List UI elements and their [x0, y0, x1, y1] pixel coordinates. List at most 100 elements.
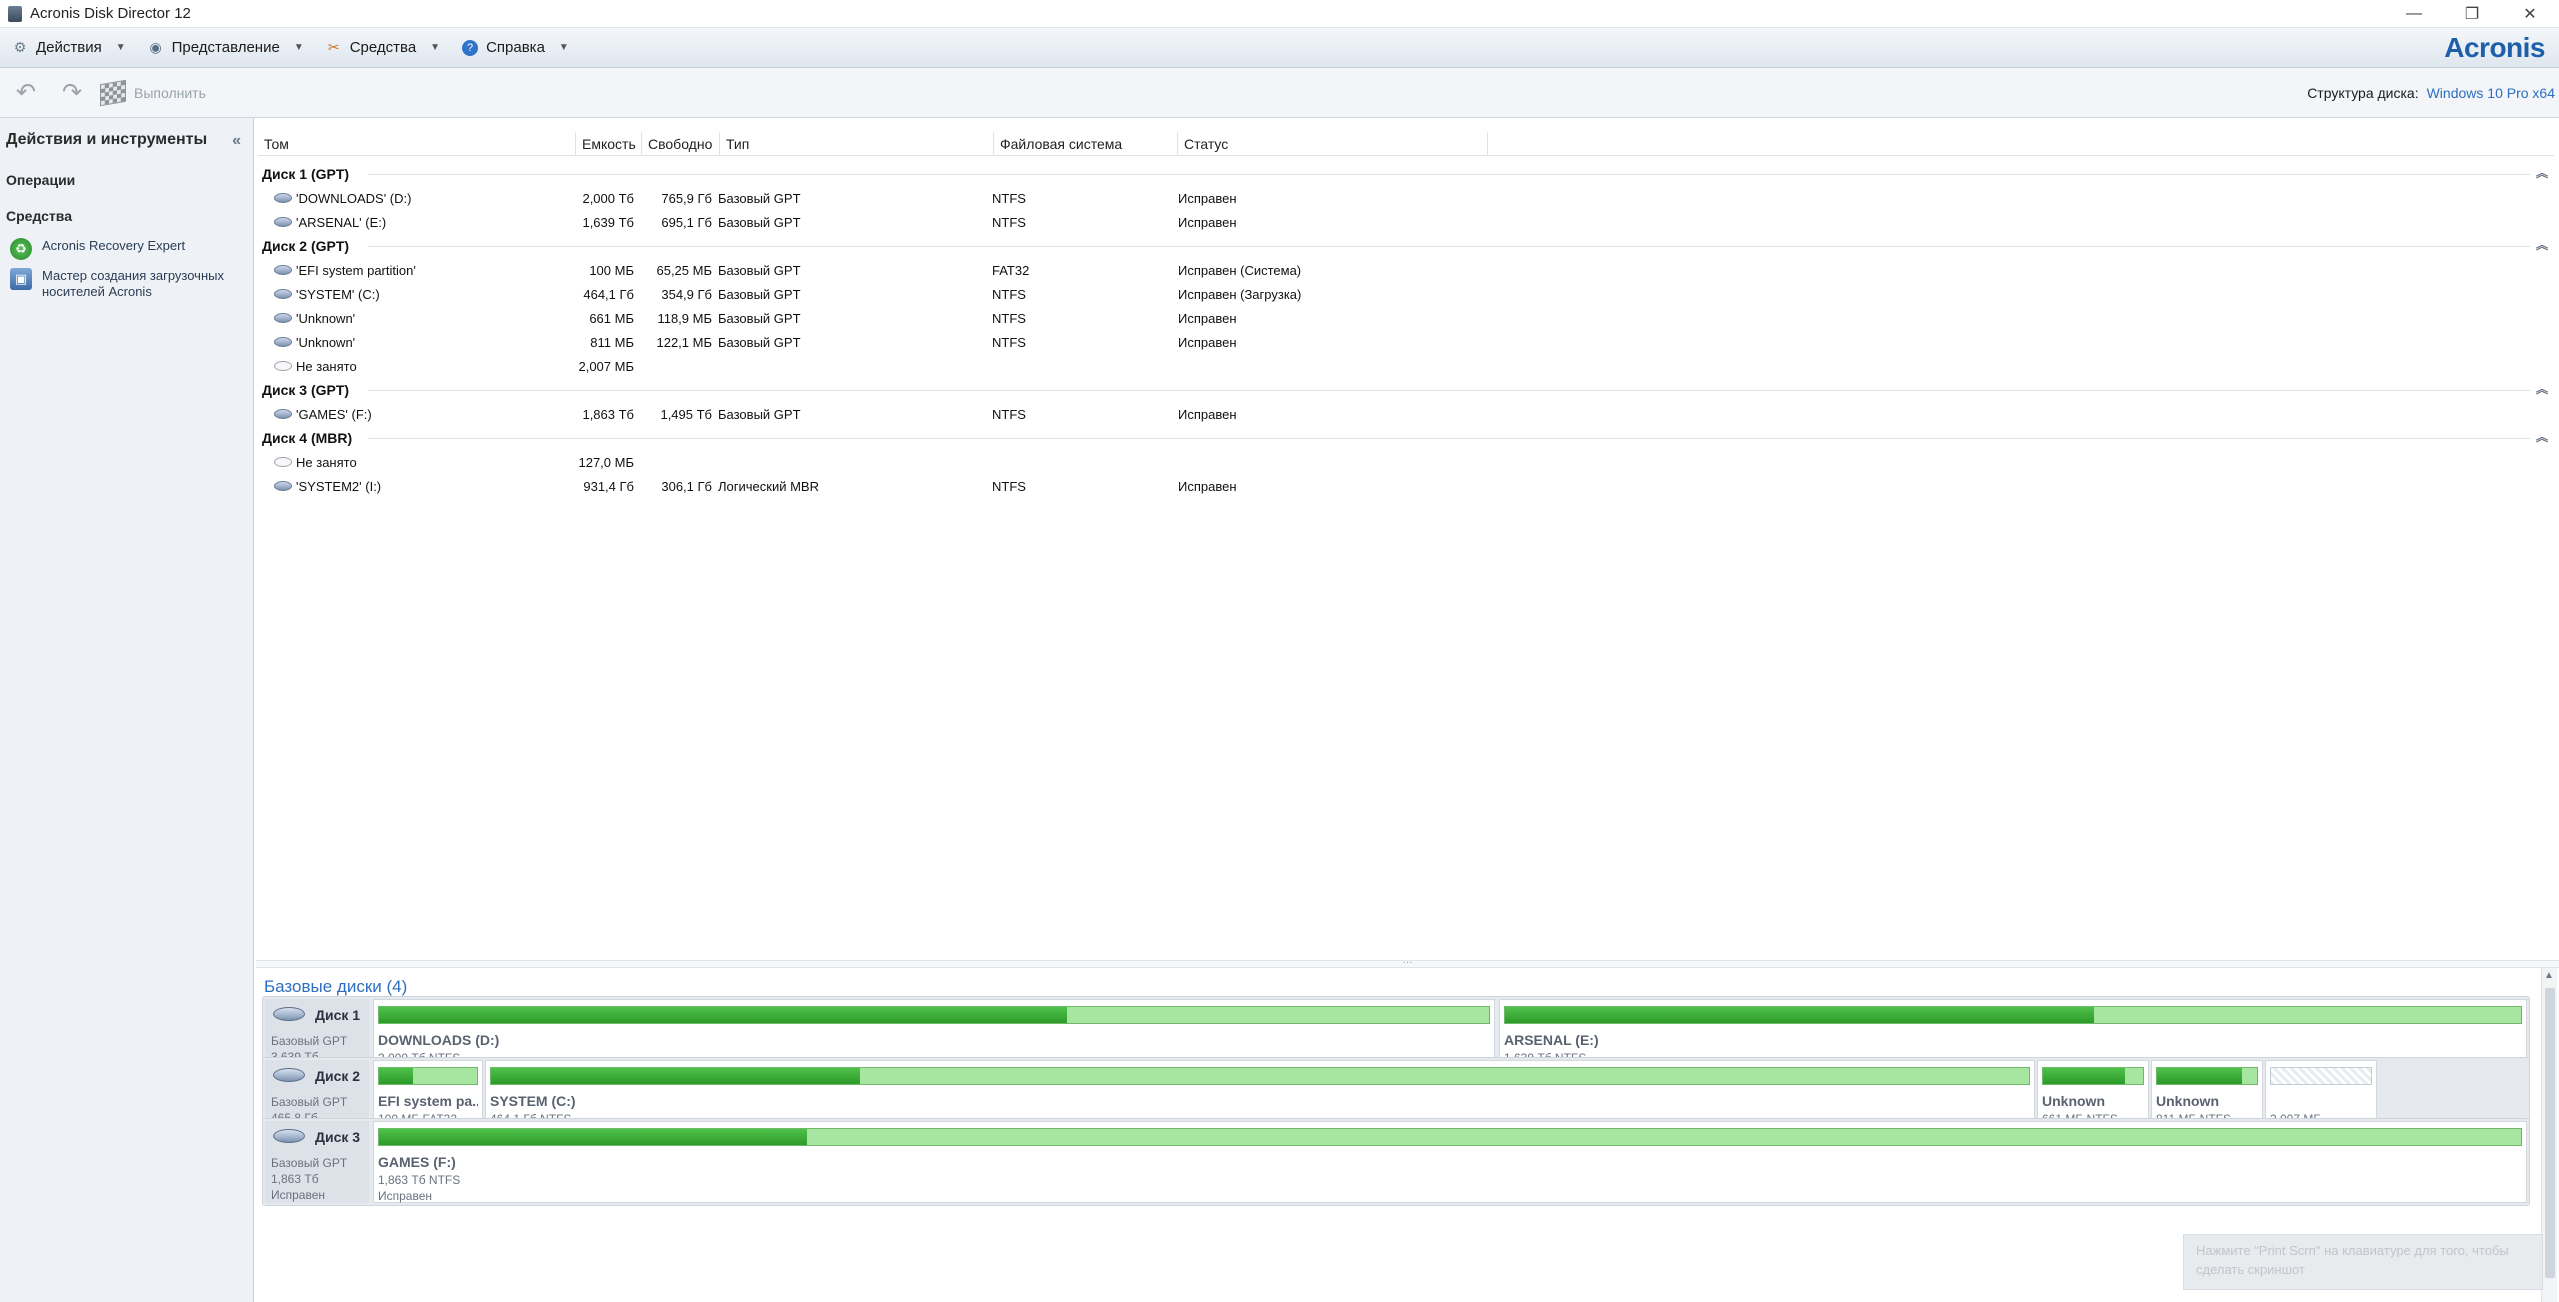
- table-row[interactable]: Не занято 127,0 МБ: [258, 450, 2554, 474]
- cell-status: Исправен: [1178, 190, 1237, 206]
- collapse-group-icon[interactable]: ︽: [2536, 428, 2548, 445]
- media-builder-icon: ▣: [10, 268, 32, 290]
- undo-button[interactable]: ↶: [6, 73, 46, 113]
- collapse-group-icon[interactable]: ︽: [2536, 236, 2548, 253]
- cell-free: 306,1 Гб: [661, 478, 712, 494]
- chevron-down-icon: ▼: [293, 42, 304, 53]
- menu-help[interactable]: ? Справка ▼: [450, 28, 579, 68]
- menu-tools[interactable]: ✂ Средства ▼: [314, 28, 450, 68]
- group-divider: [368, 390, 2530, 391]
- partition-block[interactable]: GAMES (F:) 1,863 Тб NTFS Исправен: [373, 1121, 2527, 1203]
- cell-capacity: 1,863 Тб: [582, 406, 634, 422]
- menu-view[interactable]: ◉ Представление ▼: [136, 28, 314, 68]
- volume-icon: [274, 409, 292, 419]
- cell-free: 118,9 МБ: [657, 310, 712, 326]
- sidebar-title-text: Действия и инструменты: [6, 131, 208, 148]
- cell-volume: 'DOWNLOADS' (D:): [258, 191, 576, 206]
- usage-bar: [378, 1128, 2522, 1146]
- cell-filesystem: NTFS: [992, 334, 1026, 350]
- cell-volume: Не занято: [258, 359, 576, 374]
- table-row[interactable]: 'SYSTEM' (C:) 464,1 Гб 354,9 Гб Базовый …: [258, 282, 2554, 306]
- usage-bar: [2270, 1067, 2372, 1085]
- run-button[interactable]: Выполнить: [100, 79, 206, 106]
- cell-filesystem: FAT32: [992, 262, 1030, 278]
- cell-capacity: 661 МБ: [589, 310, 634, 326]
- scrollbar-thumb[interactable]: [2545, 988, 2555, 1278]
- table-row[interactable]: 'SYSTEM2' (I:) 931,4 Гб 306,1 Гб Логичес…: [258, 474, 2554, 498]
- cell-type: Логический MBR: [718, 478, 819, 494]
- cell-filesystem: NTFS: [992, 214, 1026, 230]
- redo-button[interactable]: ↷: [52, 73, 92, 113]
- scroll-up-icon[interactable]: ▲: [2544, 970, 2554, 981]
- volume-name: 'DOWNLOADS' (D:): [296, 190, 412, 206]
- close-button[interactable]: ✕: [2501, 0, 2559, 28]
- disk-map-row[interactable]: Диск 3 Базовый GPT 1,863 Тб Исправен GAM…: [262, 1118, 2530, 1206]
- usage-bar: [378, 1006, 1490, 1024]
- disk-group-header[interactable]: Диск 3 (GPT) ︽: [258, 378, 2554, 402]
- partition-size: 1,863 Тб NTFS: [378, 1173, 461, 1187]
- disk-status: Исправен: [271, 1188, 326, 1202]
- disk-group-header[interactable]: Диск 2 (GPT) ︽: [258, 234, 2554, 258]
- cell-free: 765,9 Гб: [661, 190, 712, 206]
- cell-status: Исправен (Загрузка): [1178, 286, 1302, 302]
- cell-capacity: 464,1 Гб: [583, 286, 634, 302]
- sidebar-item-label: Acronis Recovery Expert: [42, 238, 186, 253]
- minimize-button[interactable]: —: [2385, 0, 2443, 28]
- sidebar-title: Действия и инструменты «: [0, 118, 253, 162]
- volume-icon: [274, 313, 292, 323]
- column-header-status[interactable]: Статус: [1178, 132, 1488, 156]
- volume-name: 'Unknown': [296, 334, 356, 350]
- sidebar-item-recovery-expert[interactable]: ♻ Acronis Recovery Expert: [0, 234, 253, 264]
- collapse-group-icon[interactable]: ︽: [2536, 380, 2548, 397]
- disk-map-scrollbar[interactable]: ▲: [2541, 968, 2557, 1302]
- collapse-group-icon[interactable]: ︽: [2536, 164, 2548, 181]
- column-header-capacity[interactable]: Емкость: [576, 132, 642, 156]
- window-title: Acronis Disk Director 12: [30, 5, 191, 22]
- checkered-flag-icon: [100, 79, 126, 106]
- table-row[interactable]: 'ARSENAL' (E:) 1,639 Тб 695,1 Гб Базовый…: [258, 210, 2554, 234]
- table-row[interactable]: 'EFI system partition' 100 МБ 65,25 МБ Б…: [258, 258, 2554, 282]
- pane-splitter[interactable]: ···: [256, 958, 2559, 968]
- disk-structure-value[interactable]: Windows 10 Pro x64: [2427, 85, 2555, 101]
- table-header: Том Емкость Свободно Тип Файловая систем…: [258, 132, 2554, 156]
- volume-name: 'Unknown': [296, 310, 356, 326]
- partition-name: ARSENAL (E:): [1504, 1032, 1599, 1048]
- table-row[interactable]: 'Unknown' 661 МБ 118,9 МБ Базовый GPT NT…: [258, 306, 2554, 330]
- column-header-volume[interactable]: Том: [258, 132, 576, 156]
- toolbar: ↶ ↷ Выполнить: [0, 68, 2559, 118]
- sidebar-section-operations[interactable]: Операции: [0, 162, 253, 198]
- disk-name: Диск 1: [315, 1007, 361, 1023]
- table-row[interactable]: 'DOWNLOADS' (D:) 2,000 Тб 765,9 Гб Базов…: [258, 186, 2554, 210]
- collapse-sidebar-icon[interactable]: «: [232, 132, 241, 150]
- menu-actions[interactable]: ⚙ Действия ▼: [0, 28, 136, 68]
- table-row[interactable]: 'GAMES' (F:) 1,863 Тб 1,495 Тб Базовый G…: [258, 402, 2554, 426]
- disk-group-name: Диск 3 (GPT): [262, 382, 350, 398]
- cell-free: 354,9 Гб: [661, 286, 712, 302]
- menu-view-label: Представление: [171, 39, 280, 56]
- cell-filesystem: NTFS: [992, 190, 1026, 206]
- partition-status: Исправен: [378, 1189, 433, 1203]
- usage-fill: [491, 1068, 861, 1084]
- cell-status: Исправен: [1178, 214, 1237, 230]
- cell-capacity: 2,000 Тб: [582, 190, 634, 206]
- cell-type: Базовый GPT: [718, 406, 801, 422]
- column-header-free[interactable]: Свободно: [642, 132, 720, 156]
- maximize-button[interactable]: ❐: [2443, 0, 2501, 28]
- menu-actions-label: Действия: [36, 39, 102, 56]
- disk-label[interactable]: Диск 3 Базовый GPT 1,863 Тб Исправен: [265, 1121, 369, 1203]
- disk-group-header[interactable]: Диск 1 (GPT) ︽: [258, 162, 2554, 186]
- volume-icon: [274, 265, 292, 275]
- table-row[interactable]: 'Unknown' 811 МБ 122,1 МБ Базовый GPT NT…: [258, 330, 2554, 354]
- disk-group-header[interactable]: Диск 4 (MBR) ︽: [258, 426, 2554, 450]
- partition-name: DOWNLOADS (D:): [378, 1032, 500, 1048]
- sidebar-item-media-builder[interactable]: ▣ Мастер создания загрузочных носителей …: [0, 264, 253, 304]
- partition-name: SYSTEM (C:): [490, 1093, 576, 1109]
- column-header-type[interactable]: Тип: [720, 132, 994, 156]
- column-header-filesystem[interactable]: Файловая система: [994, 132, 1178, 156]
- table-row[interactable]: Не занято 2,007 МБ: [258, 354, 2554, 378]
- cell-capacity: 100 МБ: [589, 262, 634, 278]
- undo-icon: ↶: [15, 79, 37, 106]
- usage-fill: [2157, 1068, 2242, 1084]
- cell-type: Базовый GPT: [718, 262, 801, 278]
- recovery-expert-icon: ♻: [10, 238, 32, 260]
